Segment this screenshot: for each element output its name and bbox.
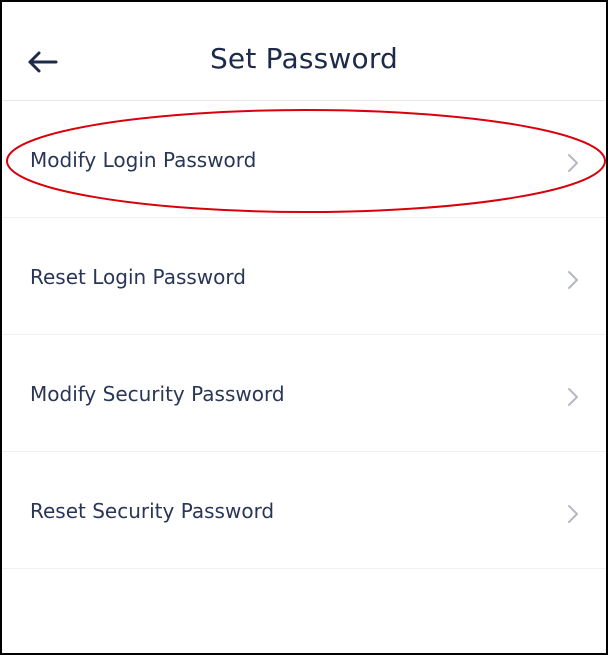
phone-screen: Set Password Modify Login Password Reset… xyxy=(0,0,608,655)
menu-item-label: Modify Security Password xyxy=(30,382,285,406)
chevron-right-icon xyxy=(568,388,578,406)
menu-item-reset-login-password[interactable]: Reset Login Password xyxy=(2,218,606,335)
password-options-list: Modify Login Password Reset Login Passwo… xyxy=(2,101,606,569)
menu-item-label: Reset Login Password xyxy=(30,265,246,289)
top-bar: Set Password xyxy=(2,2,606,101)
menu-item-label: Reset Security Password xyxy=(30,499,275,523)
chevron-right-icon xyxy=(568,271,578,289)
menu-item-label: Modify Login Password xyxy=(30,148,257,172)
chevron-right-icon xyxy=(568,154,578,172)
menu-item-reset-security-password[interactable]: Reset Security Password xyxy=(2,452,606,569)
menu-item-modify-security-password[interactable]: Modify Security Password xyxy=(2,335,606,452)
chevron-right-icon xyxy=(568,505,578,523)
page-title: Set Password xyxy=(209,42,399,75)
menu-item-modify-login-password[interactable]: Modify Login Password xyxy=(2,101,606,218)
